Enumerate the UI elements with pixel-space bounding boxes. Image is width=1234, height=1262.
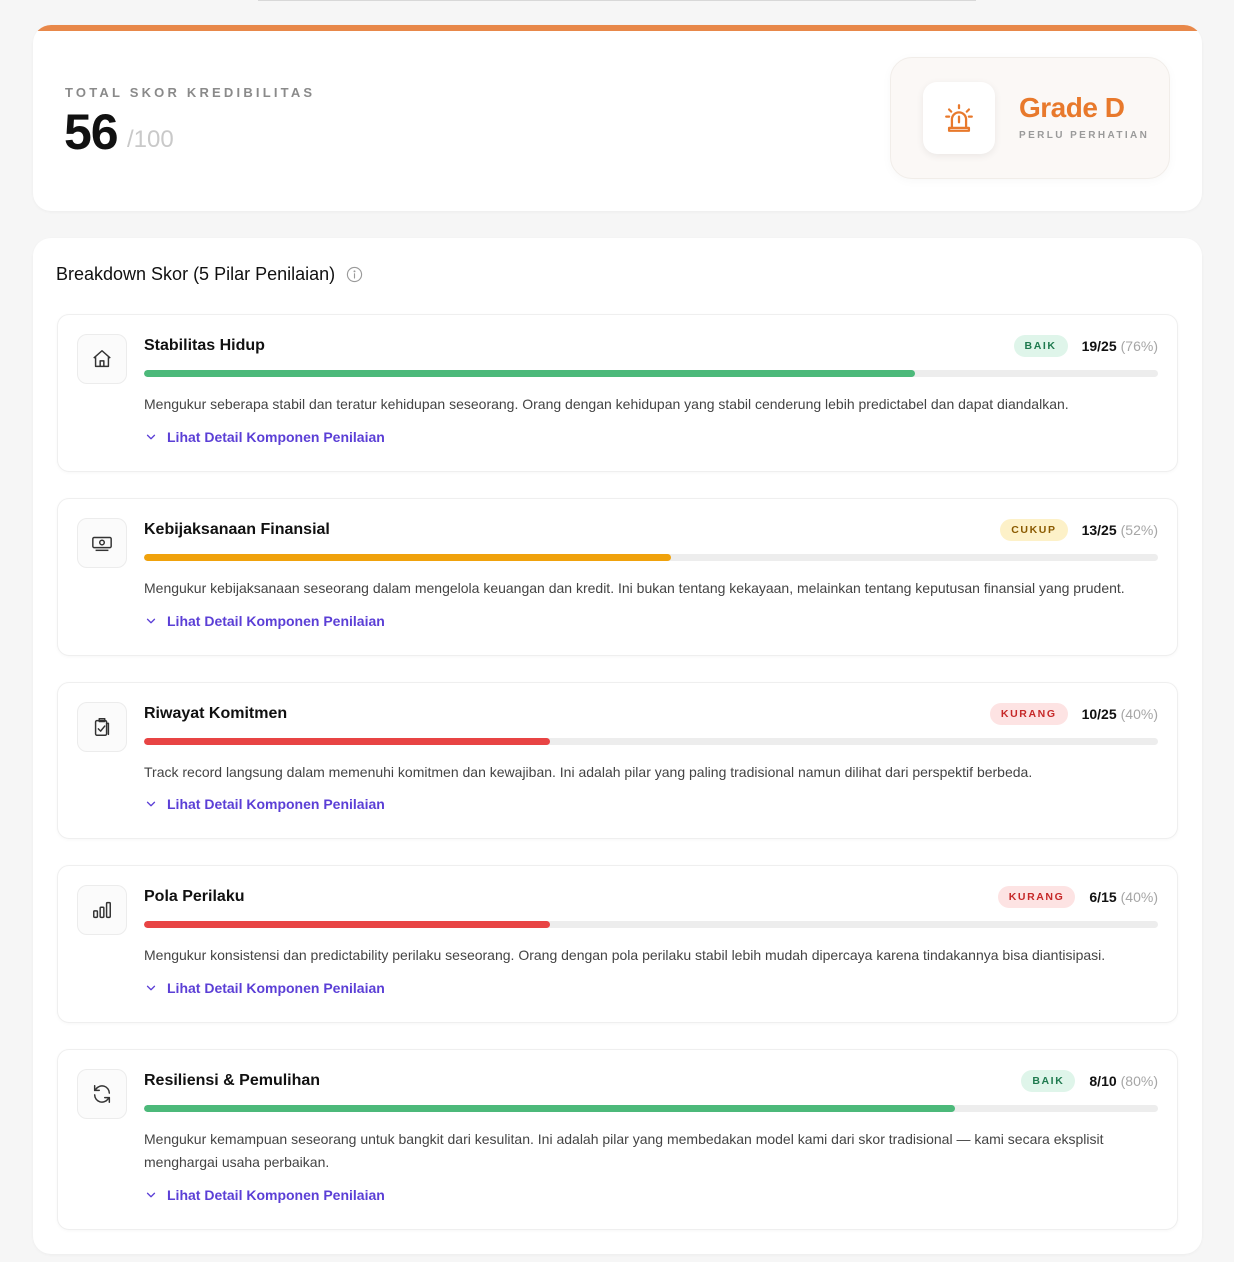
chevron-down-icon <box>144 430 158 444</box>
alert-bell-icon <box>923 82 995 154</box>
pillar-description: Mengukur kebijaksanaan seseorang dalam m… <box>144 580 1125 596</box>
chevron-down-icon <box>144 981 158 995</box>
pillar-score-group: BAIK 8/10 (80%) <box>1021 1070 1158 1092</box>
pillar-percent: (76%) <box>1120 338 1158 354</box>
pillar-score-group: KURANG 6/15 (40%) <box>997 886 1158 908</box>
pillar-score: 10/25 <box>1081 706 1117 722</box>
pillar-percent: (52%) <box>1120 522 1158 538</box>
pillar-score-group: CUKUP 13/25 (52%) <box>1000 519 1158 541</box>
status-badge: BAIK <box>1021 1070 1076 1092</box>
grade-panel: Grade D PERLU PERHATIAN <box>890 57 1170 179</box>
total-score-label: TOTAL SKOR KREDIBILITAS <box>65 85 316 100</box>
progress-fill <box>144 738 550 745</box>
progress-fill <box>144 921 550 928</box>
total-score-max: /100 <box>127 126 174 153</box>
pillar-card-riwayat-komitmen: Riwayat Komitmen KURANG 10/25 (40%) Trac… <box>57 682 1178 839</box>
progress-fill <box>144 1105 956 1112</box>
pillar-description: Mengukur kemampuan seseorang untuk bangk… <box>144 1131 1104 1170</box>
breakdown-title: Breakdown Skor (5 Pilar Penilaian) <box>56 264 336 284</box>
pillar-card-stabilitas-hidup: Stabilitas Hidup BAIK 19/25 (76%) Menguk… <box>57 314 1178 472</box>
detail-link-label: Lihat Detail Komponen Penilaian <box>167 1187 385 1203</box>
detail-link-label: Lihat Detail Komponen Penilaian <box>167 796 385 812</box>
home-icon <box>77 334 127 384</box>
chevron-down-icon <box>144 614 158 628</box>
pillar-percent: (40%) <box>1120 889 1158 905</box>
detail-link-label: Lihat Detail Komponen Penilaian <box>167 980 385 996</box>
progress-fill <box>144 370 915 377</box>
pillar-percent: (80%) <box>1120 1073 1158 1089</box>
progress-track <box>144 1105 1158 1112</box>
pillar-card-pola-perilaku: Pola Perilaku KURANG 6/15 (40%) Mengukur… <box>57 865 1178 1023</box>
chevron-down-icon <box>144 1188 158 1202</box>
pillar-name: Stabilitas Hidup <box>144 337 265 354</box>
pillar-name: Riwayat Komitmen <box>144 705 288 722</box>
grade-title: Grade D <box>1019 92 1125 123</box>
status-badge: CUKUP <box>1000 519 1068 541</box>
pillar-card-resiliensi-pemulihan: Resiliensi & Pemulihan BAIK 8/10 (80%) M… <box>57 1049 1178 1230</box>
progress-track <box>144 370 1158 377</box>
pillar-score-group: KURANG 10/25 (40%) <box>989 703 1158 725</box>
breakdown-card: Breakdown Skor (5 Pilar Penilaian) Stabi… <box>33 238 1202 1254</box>
summary-accent-bar <box>33 25 1202 31</box>
breakdown-header: Breakdown Skor (5 Pilar Penilaian) <box>56 264 363 285</box>
progress-track <box>144 921 1158 928</box>
pillar-score: 6/15 <box>1089 889 1117 905</box>
top-divider <box>258 0 976 1</box>
pillar-score: 8/10 <box>1089 1073 1117 1089</box>
pillar-description: Mengukur seberapa stabil dan teratur keh… <box>144 396 1069 412</box>
pillar-score-group: BAIK 19/25 (76%) <box>1013 335 1158 357</box>
pillar-name: Pola Perilaku <box>144 888 245 905</box>
detail-link[interactable]: Lihat Detail Komponen Penilaian <box>144 980 385 996</box>
refresh-icon <box>77 1069 127 1119</box>
detail-link[interactable]: Lihat Detail Komponen Penilaian <box>144 1187 385 1203</box>
pillar-description: Mengukur konsistensi dan predictability … <box>144 947 1106 963</box>
status-badge: BAIK <box>1013 335 1068 357</box>
progress-track <box>144 738 1158 745</box>
detail-link[interactable]: Lihat Detail Komponen Penilaian <box>144 796 385 812</box>
grade-subtitle: PERLU PERHATIAN <box>1019 130 1150 141</box>
info-icon[interactable] <box>346 266 363 283</box>
pillar-card-kebijaksanaan-finansial: Kebijaksanaan Finansial CUKUP 13/25 (52%… <box>57 498 1178 656</box>
pillar-score: 13/25 <box>1081 522 1117 538</box>
detail-link-label: Lihat Detail Komponen Penilaian <box>167 429 385 445</box>
detail-link-label: Lihat Detail Komponen Penilaian <box>167 613 385 629</box>
score-summary-card: TOTAL SKOR KREDIBILITAS 56 /100 Grade D … <box>33 25 1202 211</box>
progress-fill <box>144 554 672 561</box>
pillar-name: Resiliensi & Pemulihan <box>144 1072 321 1089</box>
chevron-down-icon <box>144 797 158 811</box>
total-score-value: 56 <box>64 104 119 160</box>
pillar-description: Track record langsung dalam memenuhi kom… <box>144 764 1033 780</box>
pillar-percent: (40%) <box>1120 706 1158 722</box>
detail-link[interactable]: Lihat Detail Komponen Penilaian <box>144 613 385 629</box>
status-badge: KURANG <box>997 886 1076 908</box>
pillar-name: Kebijaksanaan Finansial <box>144 521 330 538</box>
clipboard-check-icon <box>77 702 127 752</box>
money-icon <box>77 518 127 568</box>
progress-track <box>144 554 1158 561</box>
bar-chart-icon <box>77 885 127 935</box>
status-badge: KURANG <box>989 703 1068 725</box>
detail-link[interactable]: Lihat Detail Komponen Penilaian <box>144 429 385 445</box>
pillar-score: 19/25 <box>1081 338 1117 354</box>
